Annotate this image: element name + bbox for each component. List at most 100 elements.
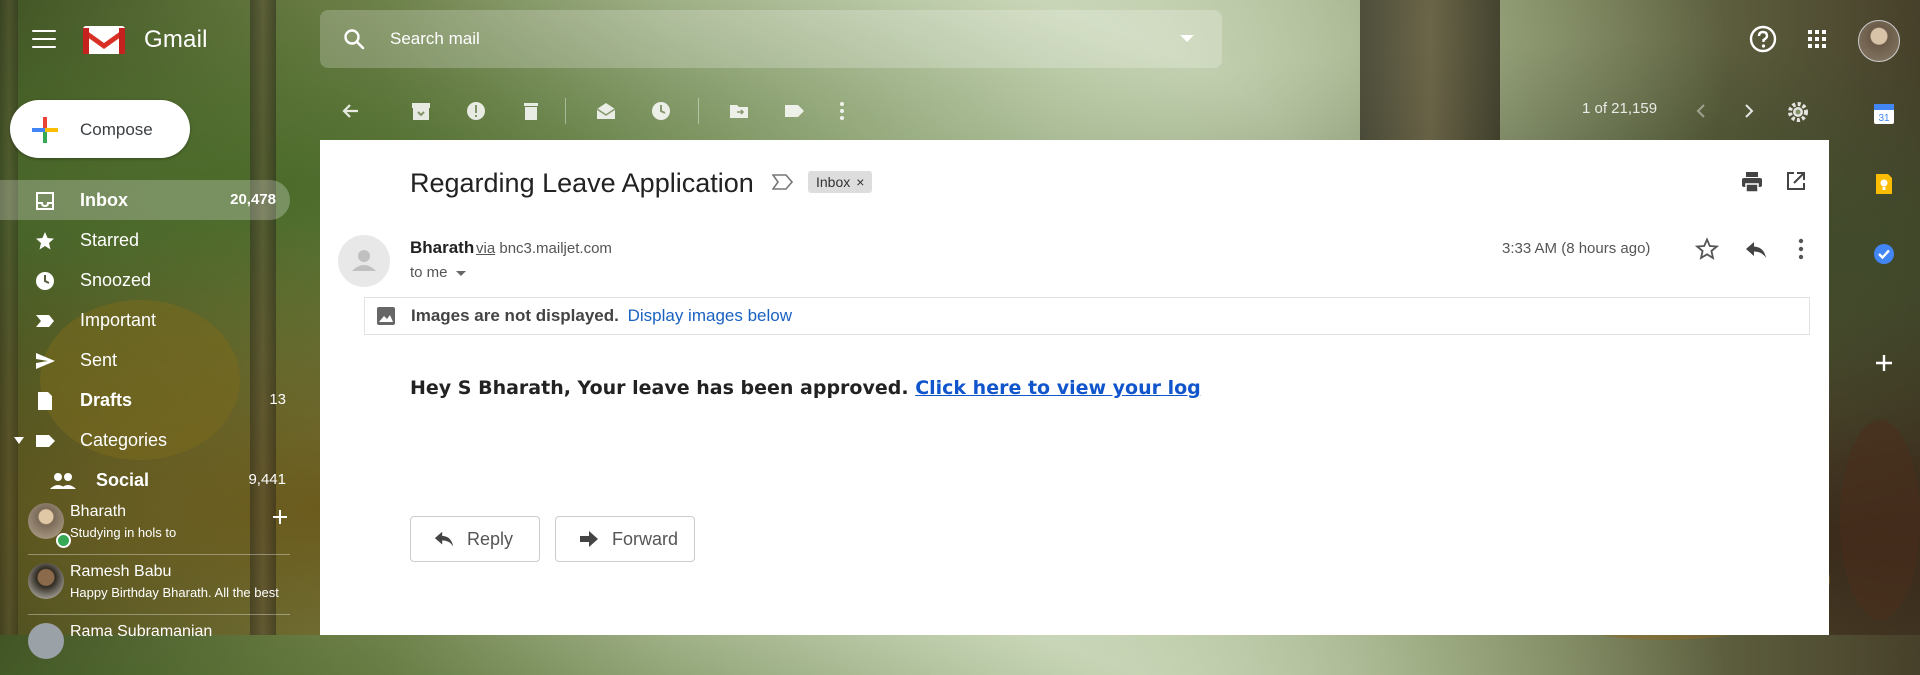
hangout-contact[interactable]: Ramesh Babu Happy Birthday Bharath. All … <box>0 555 300 615</box>
recipient-details[interactable]: to me <box>410 264 466 281</box>
sidebar-item-snoozed[interactable]: Snoozed <box>0 260 300 300</box>
report-spam-icon[interactable] <box>465 100 487 122</box>
draft-icon <box>38 392 52 410</box>
via-link[interactable]: via <box>476 240 495 257</box>
forward-button[interactable]: Forward <box>555 516 695 562</box>
search-icon[interactable] <box>342 27 366 51</box>
default-person-icon <box>352 250 376 271</box>
label-tag-icon[interactable] <box>783 100 805 122</box>
top-header: Gmail Search mail <box>0 0 1920 80</box>
online-status-dot <box>56 533 71 548</box>
toolbar-divider <box>565 98 566 124</box>
sidebar-item-sent[interactable]: Sent <box>0 340 300 380</box>
pagination-count: 1 of 21,159 <box>1582 100 1658 117</box>
sidebar-item-label: Snoozed <box>80 270 152 290</box>
contact-status: Studying in hols to <box>70 525 177 540</box>
older-chevron-right-icon[interactable] <box>1738 100 1760 122</box>
images-notice-label: Images are not displayed. <box>411 306 619 325</box>
sender-avatar[interactable] <box>338 235 390 287</box>
reply-arrow-icon[interactable] <box>1744 239 1768 261</box>
get-addons-plus-icon[interactable] <box>1875 354 1893 372</box>
sidebar-item-social[interactable]: Social 9,441 <box>0 460 300 500</box>
reply-button[interactable]: Reply <box>410 516 540 562</box>
more-vert-icon[interactable] <box>1798 238 1804 260</box>
recipient-label: to me <box>410 264 448 281</box>
open-in-new-window-icon[interactable] <box>1785 170 1807 192</box>
image-icon <box>377 307 395 325</box>
hangouts-list: Bharath Studying in hols to Ramesh Babu … <box>0 495 300 675</box>
avatar <box>28 623 64 659</box>
settings-gear-icon[interactable] <box>1786 100 1810 124</box>
more-options-icon[interactable] <box>838 100 846 122</box>
inbox-icon <box>36 192 54 210</box>
compose-label: Compose <box>80 120 153 139</box>
display-images-link[interactable]: Display images below <box>628 306 792 325</box>
sidebar-nav: Inbox 20,478 Starred Snoozed Important S… <box>0 180 300 500</box>
gmail-logo-icon[interactable] <box>82 24 126 56</box>
sidebar-item-label: Drafts <box>80 390 133 410</box>
send-icon <box>36 353 55 369</box>
important-icon <box>36 315 54 327</box>
sidebar-item-inbox[interactable]: Inbox 20,478 <box>0 180 290 220</box>
sender-domain: bnc3.mailjet.com <box>499 240 612 257</box>
label-icon <box>36 435 55 447</box>
contact-name: Ramesh Babu <box>70 563 172 580</box>
sidebar-item-label: Categories <box>80 430 168 450</box>
label-chip-text: Inbox <box>816 174 851 190</box>
mark-unread-icon[interactable] <box>595 100 617 122</box>
label-chip-inbox: Inbox × <box>808 171 873 193</box>
hangout-contact[interactable]: Rama Subramanian <box>0 615 300 675</box>
message-panel: Regarding Leave Application Inbox × Bhara… <box>320 140 1829 635</box>
star-icon <box>36 232 54 250</box>
tasks-icon[interactable] <box>1872 242 1896 266</box>
sidebar-item-count: 20,478 <box>230 191 276 208</box>
remove-label-close-icon[interactable]: × <box>856 174 864 190</box>
search-input[interactable]: Search mail <box>390 10 1150 68</box>
people-icon <box>50 473 76 489</box>
email-body-text: Hey S Bharath, Your leave has been appro… <box>410 377 909 399</box>
forward-icon <box>580 531 598 547</box>
apps-grid-icon[interactable] <box>1800 22 1834 56</box>
reply-icon <box>434 531 454 547</box>
sidebar-item-drafts[interactable]: Drafts 13 <box>0 380 300 420</box>
keep-notes-icon[interactable] <box>1872 172 1896 196</box>
print-icon[interactable] <box>1740 170 1764 194</box>
newer-chevron-left-icon[interactable] <box>1690 100 1712 122</box>
recipient-details-caret-icon[interactable] <box>455 270 466 276</box>
sidebar-item-important[interactable]: Important <box>0 300 300 340</box>
compose-button[interactable]: Compose <box>10 100 190 158</box>
app-name: Gmail <box>144 26 208 53</box>
sidebar-item-label: Sent <box>80 350 118 370</box>
sidebar-item-starred[interactable]: Starred <box>0 220 300 260</box>
account-avatar[interactable] <box>1858 20 1900 62</box>
contact-status: Happy Birthday Bharath. All the best <box>70 585 279 600</box>
images-blocked-notice: Images are not displayed. Display images… <box>364 297 1810 335</box>
view-log-link[interactable]: Click here to view your log <box>915 377 1201 399</box>
move-to-icon[interactable] <box>728 100 750 122</box>
contact-name: Bharath <box>70 503 127 520</box>
star-message-icon[interactable] <box>1695 237 1719 261</box>
important-marker-icon[interactable] <box>772 174 794 190</box>
sidebar-item-label: Important <box>80 310 157 330</box>
sender-via: via bnc3.mailjet.com <box>476 240 612 257</box>
images-notice-text: Images are not displayed. Display images… <box>411 306 792 326</box>
main-menu-icon[interactable] <box>32 30 56 48</box>
search-box[interactable]: Search mail <box>320 10 1222 68</box>
background-foliage <box>1840 420 1920 620</box>
help-icon[interactable] <box>1746 22 1780 56</box>
sidebar-item-categories[interactable]: Categories <box>0 420 300 460</box>
expand-caret-icon[interactable] <box>14 437 24 445</box>
sidebar-item-label: Social <box>96 470 150 490</box>
new-conversation-plus-icon[interactable] <box>272 509 288 525</box>
archive-icon[interactable] <box>410 100 432 122</box>
calendar-icon[interactable]: 31 <box>1872 102 1896 126</box>
delete-icon[interactable] <box>520 100 542 122</box>
hangout-contact[interactable]: Bharath Studying in hols to <box>0 495 300 555</box>
snooze-clock-icon[interactable] <box>650 100 672 122</box>
search-options-caret-icon[interactable] <box>1180 35 1194 42</box>
sidebar-item-label: Inbox <box>80 190 128 210</box>
back-arrow-icon[interactable] <box>340 100 362 122</box>
email-body: Hey S Bharath, Your leave has been appro… <box>410 377 1201 399</box>
avatar <box>28 563 64 599</box>
sender-name[interactable]: Bharath <box>410 238 474 258</box>
